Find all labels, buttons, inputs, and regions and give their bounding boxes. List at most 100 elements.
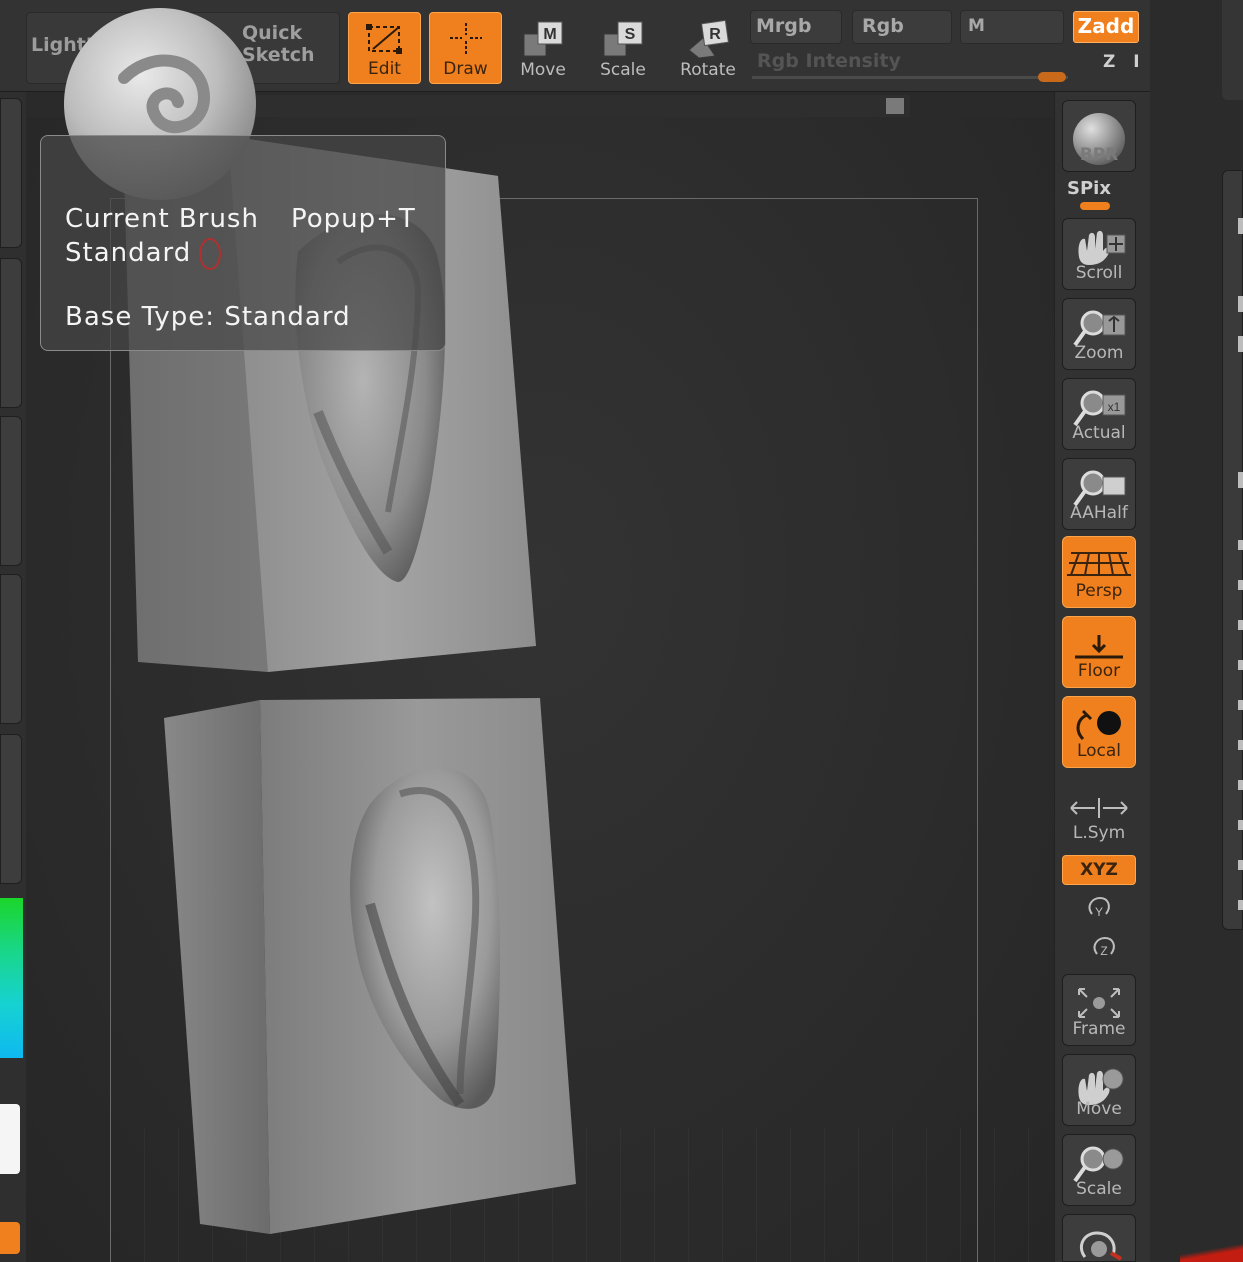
move-view-label: Move (1076, 1099, 1122, 1119)
popup-base-type: Base Type: Standard (65, 302, 351, 332)
palette-tick (1238, 740, 1243, 750)
rotate-key: R (709, 26, 721, 43)
zoom-label: Zoom (1074, 343, 1124, 363)
scale-button[interactable]: S Scale (590, 12, 656, 84)
palette-tick (1238, 472, 1243, 488)
z-rotate-icon: Z (1093, 936, 1115, 958)
left-strip-material-slot[interactable] (0, 734, 22, 884)
rotate-icon: R (688, 20, 729, 59)
svg-text:Z: Z (1100, 944, 1107, 958)
frame-label: Frame (1072, 1019, 1126, 1039)
palette-tick (1238, 700, 1243, 710)
rotate-label: Rotate (680, 60, 736, 80)
xyz-label: XYZ (1080, 860, 1118, 880)
spix-label: SPix (1067, 178, 1111, 199)
rgb-intensity-track[interactable] (752, 76, 1068, 79)
popup-title: Current Brush (65, 204, 259, 234)
palette-tick (1238, 660, 1243, 670)
rgb-intensity-knob[interactable] (1038, 72, 1066, 82)
mrgb-label: Mrgb (756, 15, 812, 37)
frame-button[interactable]: Frame (1062, 974, 1136, 1046)
annotation-stroke (1180, 1242, 1243, 1262)
move-key: M (543, 26, 556, 43)
zsub-label[interactable]: Z I (1103, 52, 1146, 72)
popup-brush-name: Standard (65, 238, 192, 268)
move-label: Move (520, 60, 566, 80)
scroll-label: Scroll (1075, 263, 1123, 283)
svg-text:Y: Y (1095, 905, 1103, 919)
actual-label: Actual (1072, 423, 1126, 443)
move-button[interactable]: M Move (510, 12, 576, 84)
local-button[interactable]: Local (1062, 696, 1136, 768)
move-icon: M (523, 21, 563, 57)
zoom-button[interactable]: Zoom (1062, 298, 1136, 370)
primary-color-swatch[interactable] (0, 1222, 20, 1254)
scale-icon: S (603, 21, 643, 57)
persp-button[interactable]: Persp (1062, 536, 1136, 608)
lsym-label: L.Sym (1072, 823, 1126, 843)
palette-tick (1238, 860, 1243, 870)
zadd-button[interactable]: Zadd (1073, 11, 1139, 43)
perspective-grid-icon (1067, 552, 1131, 576)
draw-button[interactable]: Draw (429, 12, 502, 84)
secondary-color-swatch[interactable] (0, 1104, 20, 1174)
lower-ear-sculpt (164, 698, 576, 1234)
m-label: M (968, 16, 985, 36)
popup-shortcut: Popup+T (291, 204, 416, 234)
svg-text:x1: x1 (1108, 400, 1121, 414)
color-picker-gradient[interactable] (0, 898, 23, 1058)
lsym-button[interactable]: L.Sym (1062, 794, 1136, 843)
persp-label: Persp (1075, 581, 1123, 601)
palette-tick (1238, 336, 1243, 352)
actual-button[interactable]: x1 Actual (1062, 378, 1136, 450)
bpr-button[interactable]: BPR (1062, 100, 1136, 172)
scale-key: S (625, 26, 636, 43)
palette-tick (1238, 780, 1243, 790)
y-axis-button[interactable]: Y (1062, 894, 1136, 929)
brush-indicator-ring (199, 238, 221, 270)
y-rotate-icon: Y (1088, 896, 1110, 919)
left-strip-texture-slot[interactable] (0, 574, 22, 724)
right-palette-panel (1150, 0, 1243, 1262)
palette-tick (1238, 296, 1243, 312)
canvas-scroll-handle[interactable] (886, 98, 904, 114)
frame-icon (1078, 988, 1120, 1018)
local-label: Local (1076, 741, 1122, 761)
floor-button[interactable]: Floor (1062, 616, 1136, 688)
rotate-button[interactable]: R Rotate (672, 12, 744, 84)
brush-popup: Current Brush Popup+T Standard Base Type… (40, 135, 446, 351)
hand-scroll-icon (1078, 230, 1126, 265)
draw-label: Draw (443, 59, 488, 79)
bpr-label: BPR (1079, 145, 1119, 165)
edit-button[interactable]: Edit (348, 12, 421, 84)
scroll-button[interactable]: Scroll (1062, 218, 1136, 290)
aahalf-label: AAHalf (1070, 503, 1128, 523)
draw-icon (449, 23, 482, 55)
lsym-arrows-icon (1070, 798, 1128, 818)
right-palette-strip[interactable] (1222, 170, 1243, 930)
palette-tick (1238, 540, 1243, 550)
palette-tick (1238, 218, 1243, 234)
spix-slider[interactable] (1080, 202, 1110, 210)
floor-arrow-icon (1075, 635, 1123, 659)
z-axis-button[interactable]: Z (1062, 932, 1136, 967)
palette-tick (1238, 620, 1243, 630)
scale-view-label: Scale (1076, 1179, 1122, 1199)
aahalf-button[interactable]: AAHalf (1062, 458, 1136, 530)
edit-icon (365, 24, 402, 54)
scale-view-button[interactable]: Scale (1062, 1134, 1136, 1206)
left-strip-alpha-slot[interactable] (0, 416, 22, 566)
move-view-button[interactable]: Move (1062, 1054, 1136, 1126)
edit-label: Edit (368, 59, 401, 79)
rgb-label: Rgb (862, 15, 904, 37)
palette-tick (1238, 580, 1243, 590)
palette-tick (1238, 820, 1243, 830)
rgb-intensity-label: Rgb Intensity (757, 50, 901, 72)
left-strip-stroke-slot[interactable] (0, 258, 22, 408)
left-strip-brush-slot[interactable] (0, 98, 22, 248)
rotate-view-button[interactable] (1062, 1214, 1136, 1262)
xyz-symmetry-button[interactable]: XYZ (1062, 855, 1136, 885)
floor-label: Floor (1077, 661, 1121, 681)
right-palette-top[interactable] (1222, 0, 1243, 100)
left-tool-strip (0, 0, 26, 1262)
